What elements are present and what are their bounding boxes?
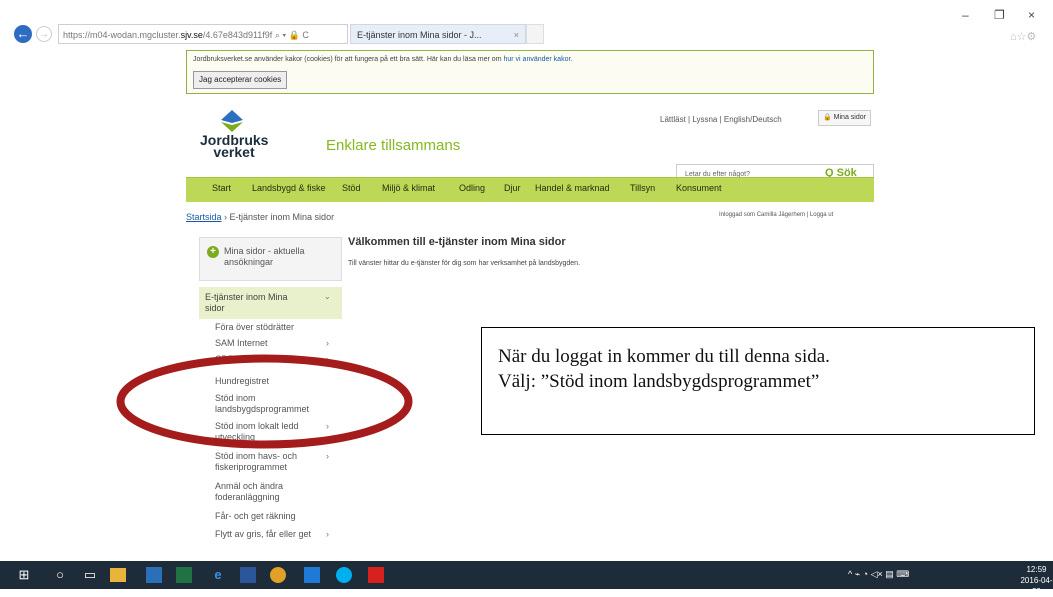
maximize-icon[interactable]: ❐ <box>994 8 1005 22</box>
chevron-right-icon: › <box>326 338 329 348</box>
url-prefix: https://m04-wodan.mgcluster. <box>63 30 181 40</box>
instruction-note: När du loggat in kommer du till denna si… <box>481 327 1035 435</box>
chrome-icon[interactable] <box>270 567 286 583</box>
nav-item-start[interactable]: Start <box>212 183 231 193</box>
sidebar-top-label: Mina sidor - aktuella ansökningar <box>224 246 305 267</box>
word-icon[interactable] <box>240 567 256 583</box>
system-tray-icons[interactable]: ^ ⌁ ◔ ◁× ▤ ⌨ <box>848 569 909 580</box>
nav-item-miljo[interactable]: Miljö & klimat <box>382 183 435 193</box>
highlight-ellipse <box>116 354 413 449</box>
search-icon[interactable]: ○ <box>50 565 70 585</box>
chevron-right-icon: › <box>326 451 329 461</box>
nav-item-odling[interactable]: Odling <box>459 183 485 193</box>
url-suffix: /4.67e843d911f9f <box>202 30 273 40</box>
url-host: sjv.se <box>180 30 203 40</box>
instruction-text: När du loggat in kommer du till denna si… <box>498 344 1028 394</box>
cookie-message: Jordbruksverket.se använder kakor (cooki… <box>193 56 504 63</box>
mina-sidor-button[interactable]: 🔒 Mina sidor <box>818 110 871 126</box>
page-title: Välkommen till e-tjänster inom Mina sido… <box>348 236 566 248</box>
windows-start-icon[interactable]: ⊞ <box>14 565 34 585</box>
cookie-banner: Jordbruksverket.se använder kakor (cooki… <box>186 50 874 94</box>
excel-icon[interactable] <box>176 567 192 583</box>
breadcrumb: Startsida › E-tjänster inom Mina sidor <box>186 212 334 222</box>
sidebar-item[interactable]: Får- och get räkning <box>215 511 337 522</box>
browser-toolbar: ← → https://m04-wodan.mgcluster.sjv.se/4… <box>0 0 1053 46</box>
forward-arrow-icon[interactable]: → <box>36 26 52 42</box>
main-nav-bar: Start Landsbygd & fiske Stöd Miljö & kli… <box>186 177 874 202</box>
cookie-text: Jordbruksverket.se använder kakor (cooki… <box>193 56 572 63</box>
nav-item-stod[interactable]: Stöd <box>342 183 361 193</box>
breadcrumb-separator: › <box>221 212 230 222</box>
site-tagline: Enklare tillsammans <box>326 137 461 154</box>
instruction-line-1: När du loggat in kommer du till denna si… <box>498 346 830 367</box>
utility-links[interactable]: Lättläst | Lyssna | English/Deutsch <box>660 115 782 124</box>
edge-icon[interactable]: e <box>208 565 228 585</box>
browser-tab[interactable]: E-tjänster inom Mina sidor - J... × <box>350 24 526 44</box>
outlook-icon[interactable] <box>146 567 162 583</box>
tab-close-icon[interactable]: × <box>514 25 519 45</box>
sidebar-item-e-tjanster[interactable]: E-tjänster inom Mina sidor ⌄ <box>199 287 342 319</box>
address-tools[interactable]: ⌕ ▾ 🔒 C <box>275 30 309 40</box>
back-arrow-icon[interactable]: ← <box>14 25 32 43</box>
nav-item-djur[interactable]: Djur <box>504 183 521 193</box>
page-intro: Till vänster hittar du e-tjänster för di… <box>348 260 581 267</box>
chevron-down-icon: ⌄ <box>324 292 331 301</box>
file-explorer-icon[interactable] <box>110 568 126 582</box>
tab-title: E-tjänster inom Mina sidor - J... <box>357 30 482 40</box>
clock[interactable]: 12:59 2016-04-29 <box>1020 564 1053 597</box>
instruction-line-2: Välj: ”Stöd inom landsbygdsprogrammet” <box>498 371 820 392</box>
sidebar-current-applications[interactable]: + Mina sidor - aktuella ansökningar <box>199 237 342 281</box>
sidebar-item[interactable]: Anmäl och ändra foderanläggning <box>215 481 337 503</box>
login-status[interactable]: Inloggad som Camilla Jägerhem | Logga ut <box>719 212 833 218</box>
sidebar-item[interactable]: Flytt av gris, får eller get <box>215 529 337 540</box>
acrobat-icon[interactable] <box>368 567 384 583</box>
breadcrumb-current: E-tjänster inom Mina sidor <box>229 212 335 222</box>
cookie-info-link[interactable]: hur vi använder kakor. <box>503 56 572 63</box>
nav-item-landsbygd[interactable]: Landsbygd & fiske <box>252 183 326 193</box>
logo-wordmark[interactable]: Jordbruks verket <box>200 133 268 159</box>
windows-taskbar: ⊞ ○ ▭ e ^ ⌁ ◔ ◁× ▤ ⌨ 12:59 2016-04-29 <box>0 561 1053 596</box>
task-view-icon[interactable]: ▭ <box>80 565 100 585</box>
sidebar-item[interactable]: Föra över stödrätter <box>215 322 337 333</box>
skype-icon[interactable] <box>336 567 352 583</box>
sidebar-item[interactable]: SAM Internet <box>215 338 337 349</box>
plus-circle-icon: + <box>207 246 219 258</box>
address-bar[interactable]: https://m04-wodan.mgcluster.sjv.se/4.67e… <box>58 24 348 44</box>
accept-cookies-button[interactable]: Jag accepterar cookies <box>193 71 288 89</box>
minimize-icon[interactable]: – <box>962 8 969 22</box>
nav-item-handel[interactable]: Handel & marknad <box>535 183 610 193</box>
clock-time: 12:59 <box>1026 565 1047 574</box>
chevron-right-icon: › <box>326 529 329 539</box>
sidebar-active-label: E-tjänster inom Mina sidor <box>205 292 288 313</box>
sidebar-item[interactable]: Stöd inom havs- och fiskeriprogrammet <box>215 451 337 473</box>
outlook-calendar-icon[interactable] <box>304 567 320 583</box>
new-tab-button[interactable] <box>526 24 544 44</box>
close-window-icon[interactable]: × <box>1028 8 1035 22</box>
nav-item-tillsyn[interactable]: Tillsyn <box>630 183 655 193</box>
favorites-icons[interactable]: ⌂☆⚙ <box>1010 30 1036 43</box>
logo-icon[interactable] <box>219 109 245 133</box>
nav-item-konsument[interactable]: Konsument <box>676 183 722 193</box>
clock-date: 2016-04-29 <box>1020 576 1053 596</box>
breadcrumb-home[interactable]: Startsida <box>186 212 222 222</box>
